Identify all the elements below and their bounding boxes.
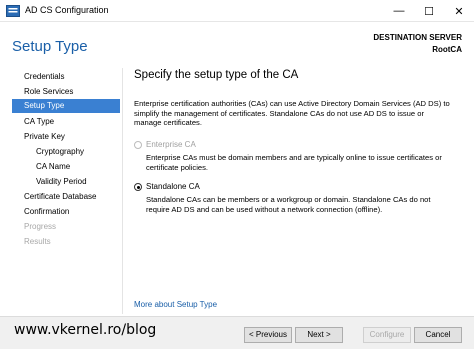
nav-item-confirmation[interactable]: Confirmation bbox=[12, 205, 120, 219]
sidebar-divider bbox=[122, 68, 123, 314]
nav-item-private-key[interactable]: Private Key bbox=[12, 130, 120, 144]
section-title: Specify the setup type of the CA bbox=[134, 69, 299, 81]
enterprise-ca-radio[interactable] bbox=[134, 141, 142, 149]
nav-item-progress: Progress bbox=[24, 222, 57, 231]
nav-item-role-services[interactable]: Role Services bbox=[12, 85, 120, 99]
nav-item-validity-period[interactable]: Validity Period bbox=[12, 175, 120, 189]
nav-item-cryptography[interactable]: Cryptography bbox=[12, 145, 120, 159]
cancel-button[interactable]: Cancel bbox=[414, 327, 462, 343]
minimize-button[interactable]: — bbox=[384, 0, 414, 22]
nav-item-ca-type[interactable]: CA Type bbox=[12, 115, 120, 129]
more-about-setup-type-link[interactable]: More about Setup Type bbox=[134, 300, 217, 309]
nav-item-credentials[interactable]: Credentials bbox=[12, 70, 120, 84]
nav-item-ca-name[interactable]: CA Name bbox=[12, 160, 120, 174]
standalone-ca-label: Standalone CA bbox=[146, 182, 200, 191]
radio-selected-dot bbox=[136, 185, 140, 189]
close-button[interactable]: ✕ bbox=[444, 0, 474, 22]
title-bar: AD CS Configuration — ☐ ✕ bbox=[0, 0, 474, 22]
intro-text: Enterprise certification authorities (CA… bbox=[134, 99, 450, 127]
destination-server-label: DESTINATION SERVER bbox=[373, 33, 462, 42]
configure-button: Configure bbox=[363, 327, 411, 343]
maximize-button[interactable]: ☐ bbox=[414, 0, 444, 22]
enterprise-ca-label: Enterprise CA bbox=[146, 140, 196, 149]
nav-item-certificate-database[interactable]: Certificate Database bbox=[12, 190, 120, 204]
wizard-header: Setup Type DESTINATION SERVER RootCA bbox=[0, 22, 474, 66]
enterprise-ca-option[interactable]: Enterprise CA bbox=[134, 139, 454, 151]
watermark-text: www.vkernel.ro/blog bbox=[14, 322, 157, 338]
standalone-ca-option[interactable]: Standalone CA bbox=[134, 181, 454, 193]
standalone-ca-radio[interactable] bbox=[134, 183, 142, 191]
enterprise-ca-description: Enterprise CAs must be domain members an… bbox=[146, 153, 442, 172]
previous-button[interactable]: < Previous bbox=[244, 327, 292, 343]
destination-server-name: RootCA bbox=[432, 45, 462, 54]
nav-item-results: Results bbox=[24, 237, 51, 246]
page-title: Setup Type bbox=[12, 38, 88, 55]
standalone-ca-description: Standalone CAs can be members or a workg… bbox=[146, 195, 431, 214]
next-button[interactable]: Next > bbox=[295, 327, 343, 343]
wizard-navigation: Credentials Role Services Setup Type CA … bbox=[12, 70, 120, 250]
nav-item-setup-type[interactable]: Setup Type bbox=[12, 99, 120, 113]
server-manager-icon bbox=[6, 5, 20, 17]
window-title: AD CS Configuration bbox=[25, 5, 109, 15]
